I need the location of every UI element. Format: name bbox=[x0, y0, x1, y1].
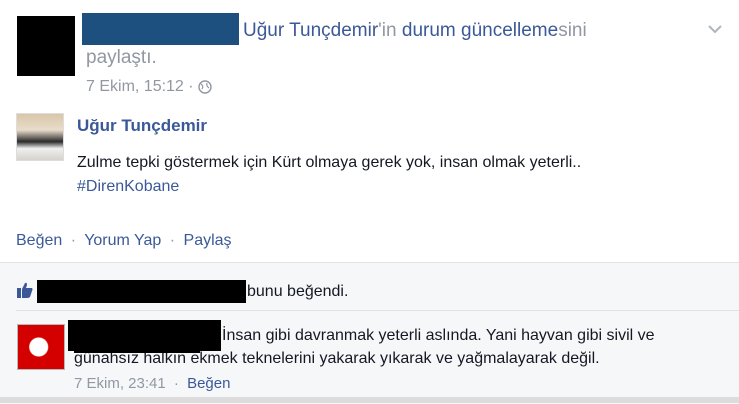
shared-author-name[interactable]: Uğur Tunçdemir bbox=[77, 116, 207, 136]
likers-redacted[interactable] bbox=[37, 280, 246, 303]
chevron-down-icon[interactable] bbox=[706, 22, 724, 36]
hashtag-link[interactable]: #DirenKobane bbox=[77, 178, 179, 196]
post-actions: Beğen · Yorum Yap · Paylaş bbox=[16, 232, 232, 250]
post-timestamp[interactable]: 7 Ekim, 15:12 · bbox=[86, 78, 194, 96]
mentioned-suffix: 'in bbox=[378, 20, 397, 41]
like-button[interactable]: Beğen bbox=[16, 232, 62, 249]
mentioned-user-link[interactable]: Uğur Tunçdemir bbox=[243, 20, 378, 41]
next-item-partial bbox=[0, 397, 739, 403]
status-update-link[interactable]: durum güncelleme bbox=[402, 20, 558, 41]
link-suffix: sini bbox=[558, 20, 587, 41]
comment-button[interactable]: Yorum Yap bbox=[84, 232, 161, 249]
likes-sentence: bunu beğendi. bbox=[247, 283, 349, 300]
post-timestamp-row: 7 Ekim, 15:12 · bbox=[86, 78, 212, 96]
share-button[interactable]: Paylaş bbox=[184, 232, 232, 249]
thumbs-up-icon bbox=[17, 282, 33, 298]
story-action-word: paylaştı. bbox=[86, 47, 157, 68]
comment-redaction bbox=[74, 343, 200, 353]
commenter-avatar[interactable] bbox=[17, 324, 65, 370]
comment-timestamp[interactable]: 7 Ekim, 23:41 bbox=[74, 375, 166, 392]
author-avatar-redacted[interactable] bbox=[17, 16, 75, 76]
author-name-redacted[interactable] bbox=[82, 13, 239, 45]
shared-author-avatar[interactable] bbox=[16, 113, 64, 161]
globe-icon[interactable] bbox=[197, 80, 212, 94]
meta-separator: · bbox=[173, 375, 179, 392]
comment-text-line1: İnsan gibi davranmak yeterli aslında. Ya… bbox=[222, 327, 655, 344]
comment-like-button[interactable]: Beğen bbox=[187, 375, 230, 392]
shared-post-text: Zulme tepki göstermek için Kürt olmaya g… bbox=[77, 154, 582, 171]
action-separator: · bbox=[169, 232, 176, 249]
story-headline: Uğur Tunçdemir'in durum güncellemesini bbox=[243, 20, 587, 42]
comment-meta: 7 Ekim, 23:41 · Beğen bbox=[74, 375, 230, 392]
action-separator: · bbox=[70, 232, 77, 249]
divider bbox=[16, 310, 739, 311]
